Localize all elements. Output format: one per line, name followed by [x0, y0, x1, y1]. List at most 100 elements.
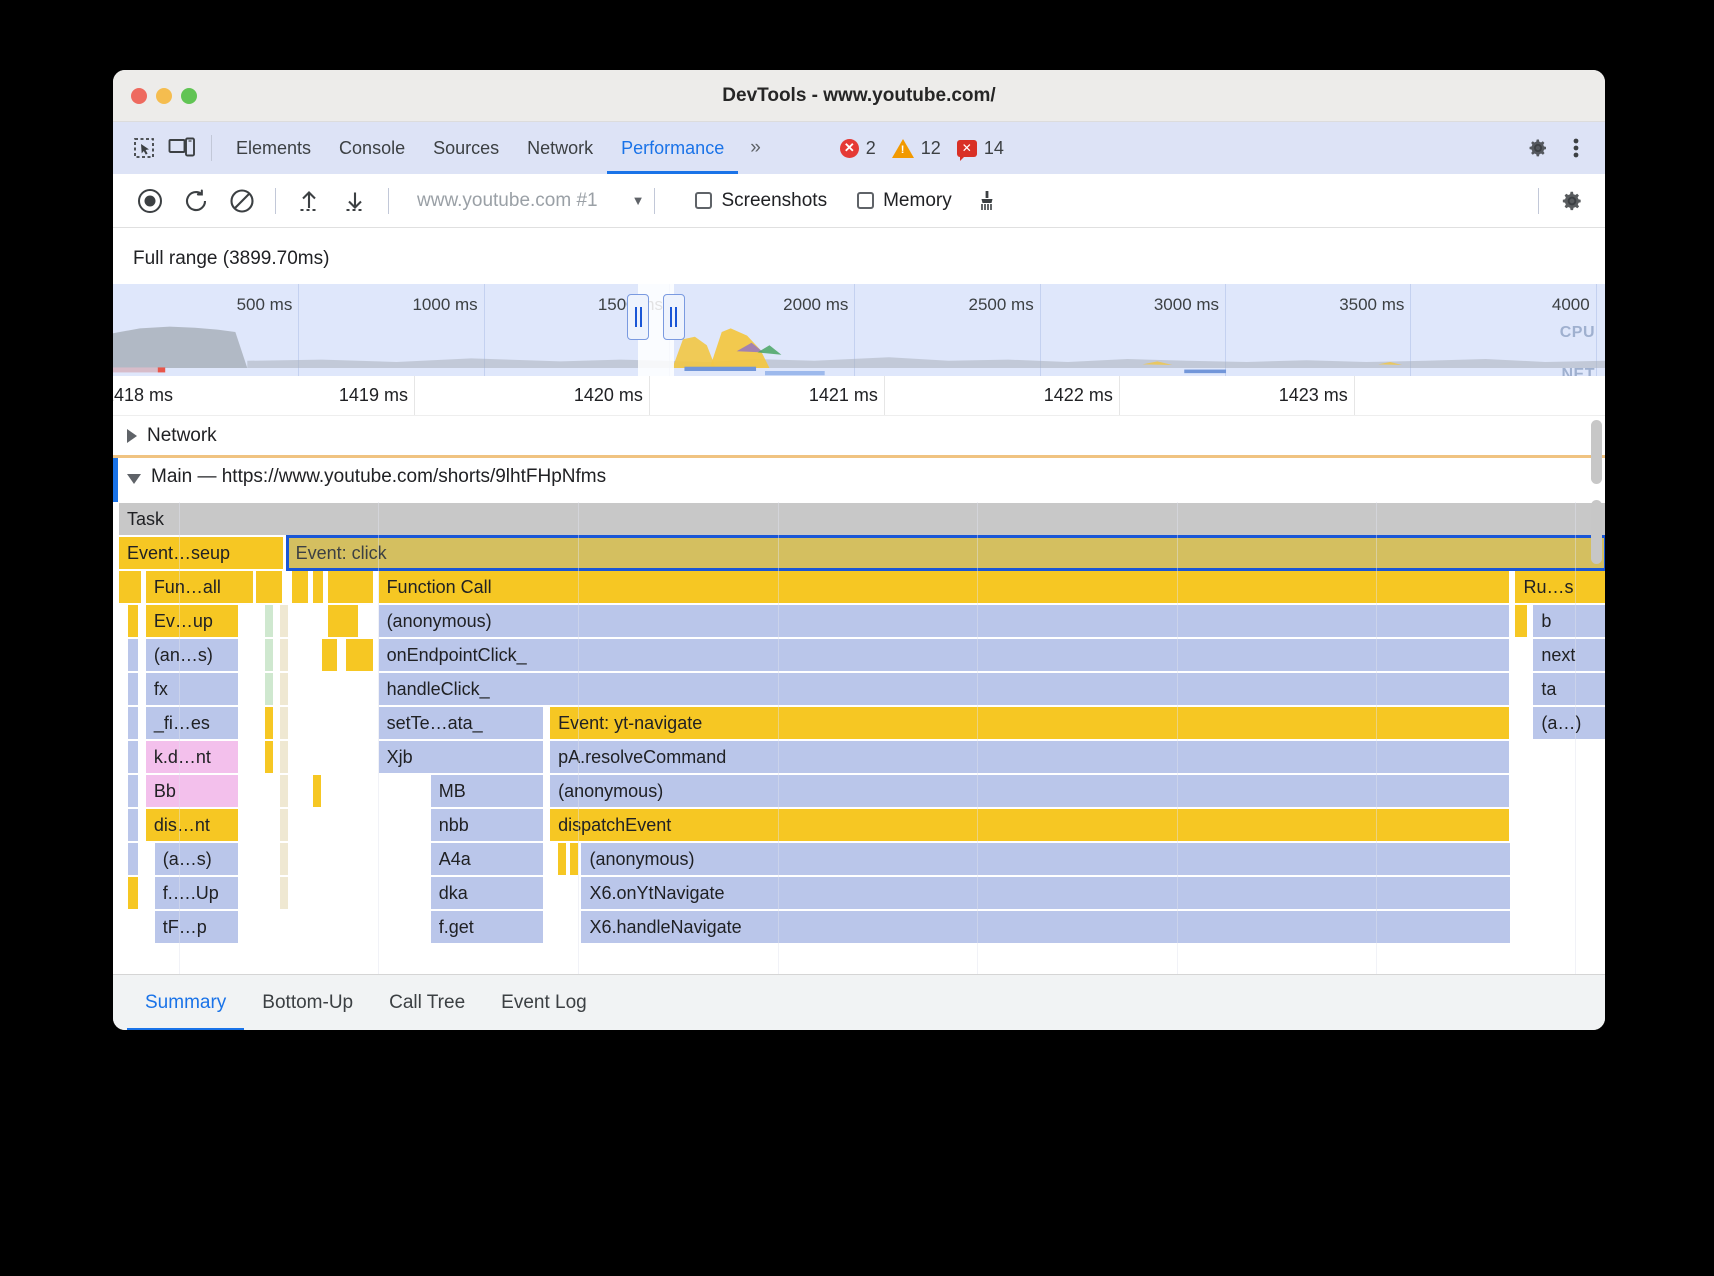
flame-event[interactable]: Function Call — [379, 571, 1510, 603]
tab-elements[interactable]: Elements — [222, 122, 325, 174]
flame-event[interactable]: next — [1533, 639, 1605, 671]
issues-badge[interactable]: ✕ 14 — [957, 138, 1004, 159]
flame-event[interactable]: Event…seup — [119, 537, 283, 569]
flame-event[interactable]: Ru…s — [1515, 571, 1605, 603]
flame-event[interactable]: Task — [119, 503, 1605, 535]
flame-event-sliver[interactable] — [128, 741, 138, 773]
flame-event[interactable]: pA.resolveCommand — [550, 741, 1509, 773]
flame-event-sliver[interactable] — [280, 741, 288, 773]
flame-event-sliver[interactable] — [128, 639, 138, 671]
flame-event[interactable]: (a…) — [1533, 707, 1605, 739]
flame-event-sliver[interactable] — [265, 605, 273, 637]
flame-event-sliver[interactable] — [280, 877, 288, 909]
flame-event[interactable]: k.d…nt — [146, 741, 239, 773]
flame-event-sliver[interactable] — [346, 639, 373, 671]
flame-event-sliver[interactable] — [292, 571, 308, 603]
inspect-element-icon[interactable] — [125, 131, 163, 165]
warning-badge[interactable]: 12 — [892, 138, 941, 159]
screenshots-checkbox[interactable]: Screenshots — [695, 190, 827, 212]
device-toolbar-icon[interactable] — [163, 131, 201, 165]
collect-garbage-button[interactable] — [964, 181, 1010, 221]
flame-event-sliver[interactable] — [128, 707, 138, 739]
flame-event-sliver[interactable] — [280, 639, 288, 671]
clear-button[interactable] — [219, 181, 265, 221]
flame-event[interactable]: (a…s) — [155, 843, 239, 875]
flame-event[interactable]: dispatchEvent — [550, 809, 1509, 841]
flame-event-sliver[interactable] — [1515, 605, 1527, 637]
flame-event[interactable]: (anonymous) — [379, 605, 1510, 637]
flame-event[interactable]: Fun…all — [146, 571, 253, 603]
tab-bottom-up[interactable]: Bottom-Up — [244, 975, 371, 1031]
flame-event-sliver[interactable] — [128, 877, 138, 909]
flame-event[interactable]: MB — [431, 775, 543, 807]
flame-event[interactable]: handleClick_ — [379, 673, 1510, 705]
reload-and-record-button[interactable] — [173, 181, 219, 221]
flame-event[interactable]: Bb — [146, 775, 239, 807]
flame-event[interactable]: f.get — [431, 911, 543, 943]
tab-summary[interactable]: Summary — [127, 975, 244, 1031]
flame-event[interactable]: _fi…es — [146, 707, 239, 739]
flame-event-sliver[interactable] — [313, 571, 323, 603]
minimize-window-button[interactable] — [156, 88, 172, 104]
profile-selector[interactable]: www.youtube.com #1 ▼ — [417, 190, 644, 212]
tab-call-tree[interactable]: Call Tree — [371, 975, 483, 1031]
flame-event[interactable]: onEndpointClick_ — [379, 639, 1510, 671]
flame-event[interactable]: Xjb — [379, 741, 543, 773]
flame-event[interactable]: Ev…up — [146, 605, 239, 637]
flame-event-sliver[interactable] — [265, 741, 273, 773]
flame-event-sliver[interactable] — [328, 605, 358, 637]
flame-event[interactable]: X6.handleNavigate — [581, 911, 1509, 943]
flame-event-sliver[interactable] — [128, 673, 138, 705]
flame-event-sliver[interactable] — [280, 707, 288, 739]
record-button[interactable] — [127, 181, 173, 221]
flame-event[interactable]: dis…nt — [146, 809, 239, 841]
flame-event[interactable]: f.….Up — [155, 877, 239, 909]
overview-right-handle[interactable] — [663, 294, 685, 340]
flame-event[interactable]: tF…p — [155, 911, 239, 943]
upload-profile-button[interactable] — [286, 181, 332, 221]
flame-event-sliver[interactable] — [313, 775, 321, 807]
flame-event[interactable]: X6.onYtNavigate — [581, 877, 1509, 909]
error-badge[interactable]: ✕ 2 — [840, 138, 876, 159]
zoom-window-button[interactable] — [181, 88, 197, 104]
memory-checkbox[interactable]: Memory — [857, 190, 952, 212]
settings-gear-icon[interactable] — [1519, 131, 1557, 165]
tab-performance[interactable]: Performance — [607, 122, 738, 174]
flame-event-sliver[interactable] — [128, 843, 138, 875]
tab-event-log[interactable]: Event Log — [483, 975, 605, 1031]
more-options-icon[interactable] — [1557, 131, 1595, 165]
flame-event[interactable]: b — [1533, 605, 1605, 637]
track-network[interactable]: Network — [113, 416, 1605, 455]
flame-event-sliver[interactable] — [128, 775, 138, 807]
timeline-overview[interactable]: 500 ms1000 ms1500 ms2000 ms2500 ms3000 m… — [113, 284, 1605, 376]
flame-event-sliver[interactable] — [280, 605, 288, 637]
flame-chart[interactable]: Network Main — https://www.youtube.com/s… — [113, 416, 1605, 974]
flame-event-sliver[interactable] — [570, 843, 578, 875]
flame-event[interactable]: A4a — [431, 843, 543, 875]
flame-event-sliver[interactable] — [265, 707, 273, 739]
flame-event-sliver[interactable] — [280, 809, 288, 841]
capture-settings-gear-icon[interactable] — [1549, 181, 1595, 221]
flame-event[interactable]: Event: click — [288, 537, 1605, 569]
flame-event-sliver[interactable] — [558, 843, 566, 875]
tab-console[interactable]: Console — [325, 122, 419, 174]
flame-event[interactable]: (anonymous) — [581, 843, 1509, 875]
flame-vertical-scrollbar-top[interactable] — [1591, 420, 1602, 484]
flame-event-sliver[interactable] — [256, 571, 281, 603]
flame-vertical-scrollbar[interactable] — [1591, 500, 1602, 564]
track-main[interactable]: Main — https://www.youtube.com/shorts/9l… — [113, 455, 1605, 499]
flame-event-sliver[interactable] — [128, 605, 138, 637]
flame-event[interactable]: fx — [146, 673, 239, 705]
tab-network[interactable]: Network — [513, 122, 607, 174]
flame-event[interactable]: Event: yt-navigate — [550, 707, 1509, 739]
flame-event-sliver[interactable] — [119, 571, 141, 603]
flame-event[interactable]: (anonymous) — [550, 775, 1509, 807]
flame-event-sliver[interactable] — [280, 775, 288, 807]
flame-event-sliver[interactable] — [322, 639, 337, 671]
flame-event-sliver[interactable] — [280, 673, 288, 705]
more-tabs-icon[interactable]: » — [738, 137, 770, 159]
flame-event-sliver[interactable] — [328, 571, 373, 603]
flame-event[interactable]: ta — [1533, 673, 1605, 705]
flame-event[interactable]: setTe…ata_ — [379, 707, 543, 739]
flame-event-sliver[interactable] — [280, 843, 288, 875]
